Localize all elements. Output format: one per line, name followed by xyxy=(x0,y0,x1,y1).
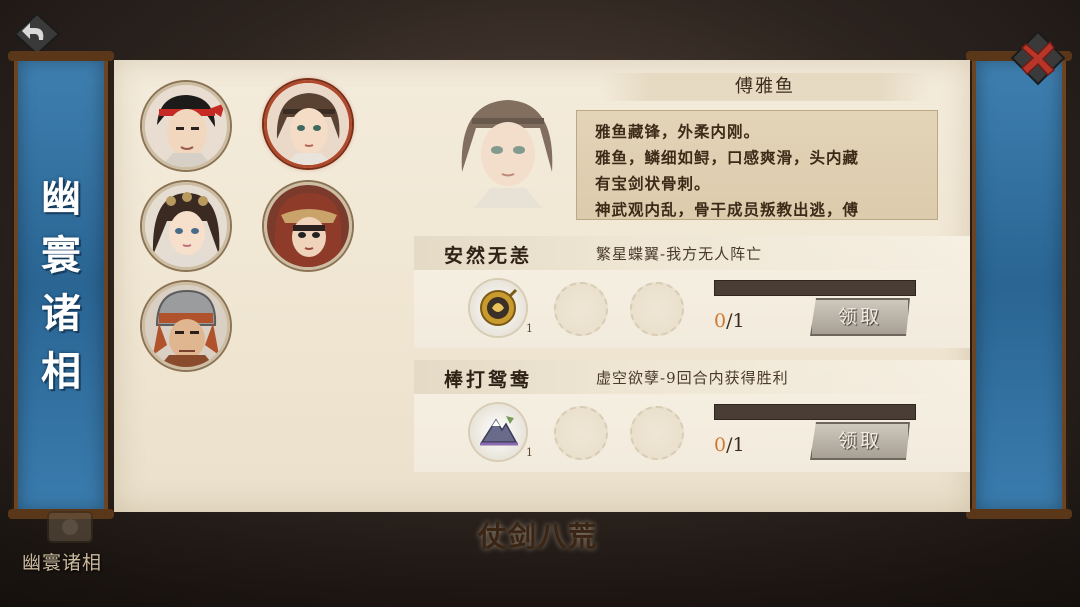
bio-line: 雅鱼，鳞细如鲟，口感爽滑，头内藏 xyxy=(595,148,860,167)
task-description: 繁星蝶翼-我方无人阵亡 xyxy=(596,245,763,263)
claim-button[interactable]: 领取 xyxy=(810,298,910,336)
character-avatar-red-headband[interactable] xyxy=(142,82,230,170)
empty-reward-slot xyxy=(630,282,684,336)
section-title-char: 诸 xyxy=(41,290,81,337)
right-scroll-panel xyxy=(966,51,1072,519)
task-progress-text: 0/1 xyxy=(714,310,745,332)
task-progress-bar xyxy=(714,404,916,420)
empty-reward-slot xyxy=(554,282,608,336)
portrait-icon xyxy=(267,185,349,267)
progress-total: /1 xyxy=(726,310,745,332)
section-title: 幽 寰 诸 相 xyxy=(18,169,104,401)
empty-reward-slot xyxy=(630,406,684,460)
portrait-icon xyxy=(267,83,349,165)
claim-button[interactable]: 领取 xyxy=(810,422,910,460)
progress-total: /1 xyxy=(726,434,745,456)
gallery-tab-icon[interactable] xyxy=(40,508,100,546)
main-panel: 傅雅鱼 雅鱼藏锋，外柔内刚。 雅鱼，鳞细如鲟，口感爽滑，头内藏 有宝剑状骨刺。 … xyxy=(114,60,970,512)
back-button[interactable] xyxy=(12,12,62,56)
left-scroll-panel: 幽 寰 诸 相 xyxy=(8,51,114,519)
reward-count: 1 xyxy=(526,322,533,335)
progress-current: 0 xyxy=(714,434,727,456)
scroll-rod-top xyxy=(8,51,114,61)
game-logo: 仗剑八荒 xyxy=(478,520,599,553)
portrait-icon xyxy=(145,85,227,167)
scroll-rod-bottom xyxy=(966,509,1072,519)
close-icon xyxy=(1010,30,1066,86)
gold-medallion-icon xyxy=(480,288,518,326)
character-name-banner: 傅雅鱼 xyxy=(600,73,930,101)
bio-line: 神武观内乱，骨干成员叛教出逃，傅 xyxy=(595,200,860,219)
reward-row: 1 xyxy=(422,398,704,466)
close-button[interactable] xyxy=(1010,30,1066,86)
character-avatar-fu-yayu[interactable] xyxy=(264,80,352,168)
reward-row: 1 xyxy=(422,274,704,342)
task-description: 虚空欲孽-9回合内获得胜利 xyxy=(596,369,789,387)
task-progress-bar xyxy=(714,280,916,296)
bio-line: 雅鱼藏锋，外柔内刚。 xyxy=(595,122,761,141)
character-avatar-braided-lady[interactable] xyxy=(142,182,230,270)
portrait-icon xyxy=(461,100,553,208)
portrait-icon xyxy=(145,285,227,367)
portrait-icon xyxy=(145,185,227,267)
back-arrow-icon xyxy=(13,12,61,56)
section-title-char: 寰 xyxy=(41,232,81,279)
character-bio[interactable]: 雅鱼藏锋，外柔内刚。 雅鱼，鳞细如鲟，口感爽滑，头内藏 有宝剑状骨刺。 神武观内… xyxy=(576,110,938,220)
empty-reward-slot xyxy=(554,406,608,460)
gallery-tab-label[interactable]: 幽寰诸相 xyxy=(22,548,102,575)
character-avatar-helmeted-general[interactable] xyxy=(142,282,230,370)
task-title: 安然无恙 xyxy=(444,245,533,267)
progress-current: 0 xyxy=(714,310,727,332)
character-avatar-hooded-warrior[interactable] xyxy=(264,182,352,270)
task-progress-text: 0/1 xyxy=(714,434,745,456)
task-title: 棒打鸳鸯 xyxy=(444,369,533,391)
section-title-char: 相 xyxy=(41,348,81,395)
bio-line: 有宝剑状骨刺。 xyxy=(595,174,711,193)
scroll-icon xyxy=(47,511,93,543)
section-title-char: 幽 xyxy=(41,174,81,221)
achievement-task: 棒打鸳鸯 虚空欲孽-9回合内获得胜利 1 0/1 领取 xyxy=(414,360,970,472)
reward-count: 1 xyxy=(526,446,533,459)
reward-item-slot[interactable] xyxy=(470,404,526,460)
mountain-map-icon xyxy=(480,416,518,446)
selected-character-portrait xyxy=(448,88,568,208)
reward-item-slot[interactable] xyxy=(470,280,526,336)
achievement-task: 安然无恙 繁星蝶翼-我方无人阵亡 1 0/1 领取 xyxy=(414,236,970,348)
